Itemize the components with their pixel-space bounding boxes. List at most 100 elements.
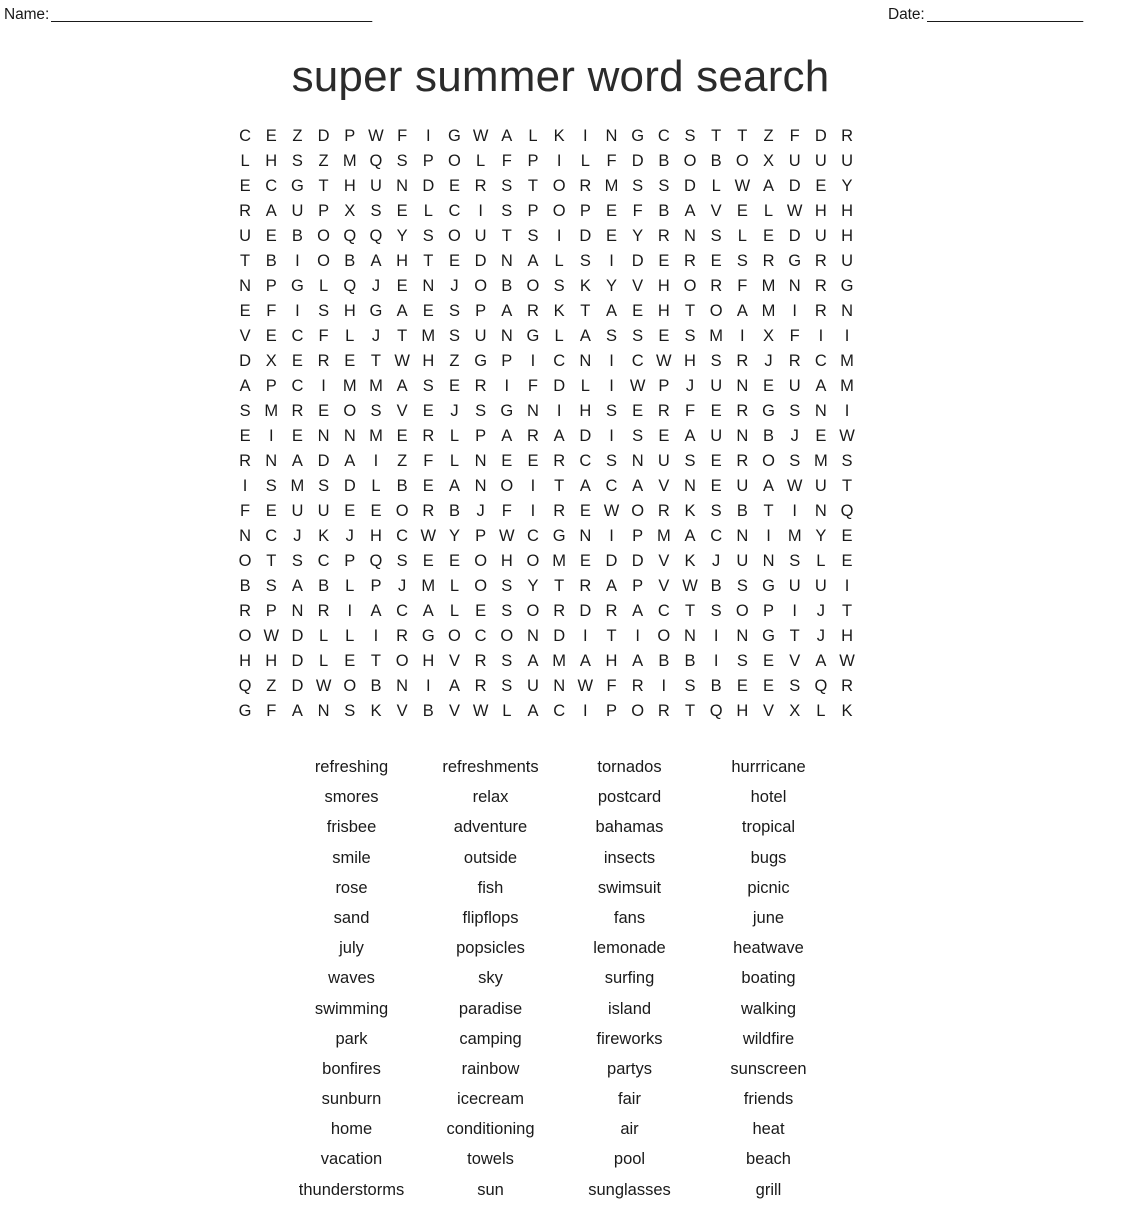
grid-letter[interactable]: B (311, 574, 337, 599)
grid-letter[interactable]: E (441, 249, 467, 274)
grid-letter[interactable]: L (232, 149, 258, 174)
grid-letter[interactable]: O (468, 549, 494, 574)
grid-letter[interactable]: A (755, 474, 781, 499)
grid-letter[interactable]: O (337, 674, 363, 699)
grid-letter[interactable]: S (441, 324, 467, 349)
word-list-item[interactable]: heat (699, 1114, 838, 1144)
grid-letter[interactable]: S (782, 449, 808, 474)
grid-letter[interactable]: O (441, 149, 467, 174)
grid-letter[interactable]: O (494, 474, 520, 499)
grid-letter[interactable]: O (677, 149, 703, 174)
grid-letter[interactable]: S (337, 699, 363, 724)
grid-letter[interactable]: T (677, 699, 703, 724)
grid-letter[interactable]: M (755, 274, 781, 299)
word-list-item[interactable]: sun (421, 1175, 560, 1205)
grid-letter[interactable]: E (703, 449, 729, 474)
grid-letter[interactable]: L (572, 374, 598, 399)
grid-letter[interactable]: U (834, 149, 860, 174)
grid-letter[interactable]: N (337, 424, 363, 449)
grid-letter[interactable]: I (284, 249, 310, 274)
grid-letter[interactable]: K (311, 524, 337, 549)
grid-letter[interactable]: F (232, 499, 258, 524)
word-list-item[interactable]: fans (560, 903, 699, 933)
grid-letter[interactable]: U (808, 149, 834, 174)
grid-letter[interactable]: M (703, 324, 729, 349)
grid-letter[interactable]: G (232, 699, 258, 724)
grid-letter[interactable]: S (782, 549, 808, 574)
grid-letter[interactable]: G (755, 624, 781, 649)
grid-letter[interactable]: T (311, 174, 337, 199)
grid-letter[interactable]: S (729, 574, 755, 599)
grid-letter[interactable]: U (284, 199, 310, 224)
word-list-item[interactable]: sky (421, 963, 560, 993)
grid-letter[interactable]: I (572, 624, 598, 649)
grid-letter[interactable]: W (834, 424, 860, 449)
grid-letter[interactable]: L (468, 149, 494, 174)
grid-letter[interactable]: M (808, 449, 834, 474)
grid-letter[interactable]: F (415, 449, 441, 474)
grid-letter[interactable]: J (808, 599, 834, 624)
grid-letter[interactable]: A (494, 299, 520, 324)
grid-letter[interactable]: R (808, 299, 834, 324)
grid-letter[interactable]: S (625, 324, 651, 349)
grid-letter[interactable]: G (415, 624, 441, 649)
grid-letter[interactable]: A (808, 649, 834, 674)
word-list-item[interactable]: smile (282, 843, 421, 873)
grid-letter[interactable]: A (677, 524, 703, 549)
grid-letter[interactable]: S (598, 399, 624, 424)
grid-letter[interactable]: K (546, 299, 572, 324)
grid-letter[interactable]: I (546, 224, 572, 249)
grid-letter[interactable]: H (232, 649, 258, 674)
grid-letter[interactable]: A (808, 374, 834, 399)
grid-letter[interactable]: A (598, 299, 624, 324)
grid-letter[interactable]: F (782, 124, 808, 149)
grid-letter[interactable]: W (468, 699, 494, 724)
grid-letter[interactable]: K (834, 699, 860, 724)
grid-letter[interactable]: F (782, 324, 808, 349)
grid-letter[interactable]: E (598, 224, 624, 249)
grid-letter[interactable]: U (284, 499, 310, 524)
grid-letter[interactable]: A (284, 699, 310, 724)
word-list-item[interactable]: wildfire (699, 1024, 838, 1054)
grid-letter[interactable]: I (834, 574, 860, 599)
grid-letter[interactable]: E (337, 499, 363, 524)
grid-letter[interactable]: L (808, 549, 834, 574)
grid-letter[interactable]: O (625, 699, 651, 724)
grid-letter[interactable]: D (572, 424, 598, 449)
grid-letter[interactable]: M (834, 374, 860, 399)
grid-letter[interactable]: M (546, 549, 572, 574)
grid-letter[interactable]: Z (441, 349, 467, 374)
grid-letter[interactable]: N (808, 399, 834, 424)
grid-letter[interactable]: O (546, 174, 572, 199)
grid-letter[interactable]: C (651, 124, 677, 149)
grid-letter[interactable]: S (703, 224, 729, 249)
word-list-item[interactable]: paradise (421, 994, 560, 1024)
grid-letter[interactable]: Q (703, 699, 729, 724)
grid-letter[interactable]: A (284, 449, 310, 474)
grid-letter[interactable]: P (311, 199, 337, 224)
grid-letter[interactable]: H (834, 624, 860, 649)
grid-letter[interactable]: Y (808, 524, 834, 549)
grid-letter[interactable]: I (520, 349, 546, 374)
grid-letter[interactable]: K (572, 274, 598, 299)
grid-letter[interactable]: T (677, 299, 703, 324)
grid-letter[interactable]: R (389, 624, 415, 649)
grid-letter[interactable]: A (441, 674, 467, 699)
grid-letter[interactable]: C (520, 524, 546, 549)
grid-letter[interactable]: L (494, 699, 520, 724)
grid-letter[interactable]: E (572, 499, 598, 524)
grid-letter[interactable]: V (441, 649, 467, 674)
grid-letter[interactable]: O (625, 499, 651, 524)
grid-letter[interactable]: A (598, 574, 624, 599)
grid-letter[interactable]: B (651, 149, 677, 174)
grid-letter[interactable]: D (546, 624, 572, 649)
grid-letter[interactable]: P (468, 424, 494, 449)
grid-letter[interactable]: F (258, 299, 284, 324)
grid-letter[interactable]: E (468, 599, 494, 624)
grid-letter[interactable]: C (651, 599, 677, 624)
grid-letter[interactable]: A (755, 174, 781, 199)
grid-letter[interactable]: V (389, 699, 415, 724)
grid-letter[interactable]: C (389, 524, 415, 549)
word-list-item[interactable]: bahamas (560, 812, 699, 842)
word-list-item[interactable]: swimming (282, 994, 421, 1024)
